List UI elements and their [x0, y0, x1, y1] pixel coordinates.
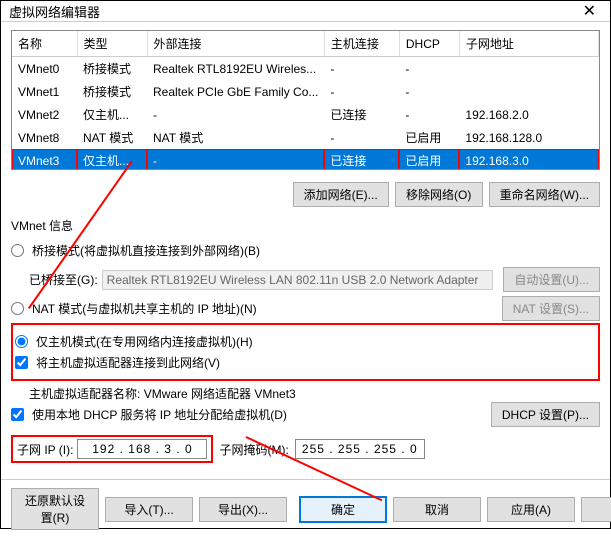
cell-host: 已连接: [324, 103, 399, 126]
cell-dhcp: -: [399, 103, 459, 126]
dhcp-settings-button[interactable]: DHCP 设置(P)...: [491, 402, 600, 427]
rename-network-button[interactable]: 重命名网络(W)...: [489, 182, 600, 207]
nat-mode-radio[interactable]: [11, 302, 24, 315]
cell-subnet: 192.168.2.0: [459, 103, 598, 126]
table-row[interactable]: VMnet8NAT 模式NAT 模式-已启用192.168.128.0: [12, 126, 599, 149]
bridge-adapter-select[interactable]: Realtek RTL8192EU Wireless LAN 802.11n U…: [102, 270, 494, 290]
export-button[interactable]: 导出(X)...: [199, 497, 287, 522]
use-dhcp-label: 使用本地 DHCP 服务将 IP 地址分配给虚拟机(D): [32, 406, 287, 423]
cell-subnet: [459, 80, 598, 103]
cell-name: VMnet2: [12, 103, 77, 126]
table-row[interactable]: VMnet2仅主机...-已连接-192.168.2.0: [12, 103, 599, 126]
apply-button[interactable]: 应用(A): [487, 497, 575, 522]
add-network-button[interactable]: 添加网络(E)...: [293, 182, 389, 207]
close-icon[interactable]: ✕: [577, 1, 602, 21]
vmnet-info-label: VMnet 信息: [11, 217, 600, 234]
subnet-mask-label: 子网掩码(M):: [219, 441, 288, 458]
adapter-name-label: 主机虚拟适配器名称:: [29, 387, 140, 401]
cell-subnet: 192.168.128.0: [459, 126, 598, 149]
cell-host: 已连接: [324, 149, 399, 170]
col-name[interactable]: 名称: [12, 31, 77, 57]
cell-name: VMnet1: [12, 80, 77, 103]
col-host[interactable]: 主机连接: [324, 31, 399, 57]
table-row[interactable]: VMnet1桥接模式Realtek PCIe GbE Family Co...-…: [12, 80, 599, 103]
bridge-mode-radio[interactable]: [11, 244, 24, 257]
connect-host-label: 将主机虚拟适配器连接到此网络(V): [36, 354, 220, 371]
cell-type: 桥接模式: [77, 57, 147, 81]
table-row[interactable]: VMnet3仅主机...-已连接已启用192.168.3.0: [12, 149, 599, 170]
cell-ext: NAT 模式: [147, 126, 324, 149]
connect-host-checkbox[interactable]: [15, 356, 28, 369]
cell-host: -: [324, 57, 399, 81]
cancel-button[interactable]: 取消: [393, 497, 481, 522]
restore-defaults-button[interactable]: 还原默认设置(R): [11, 488, 99, 530]
cell-name: VMnet0: [12, 57, 77, 81]
adapter-name-value: VMware 网络适配器 VMnet3: [144, 387, 296, 401]
import-button[interactable]: 导入(T)...: [105, 497, 193, 522]
auto-settings-button: 自动设置(U)...: [503, 267, 600, 292]
cell-dhcp: -: [399, 80, 459, 103]
window-title: 虚拟网络编辑器: [9, 2, 100, 21]
cell-ext: Realtek PCIe GbE Family Co...: [147, 80, 324, 103]
nat-settings-button: NAT 设置(S)...: [502, 296, 600, 321]
cell-type: 仅主机...: [77, 149, 147, 170]
subnet-mask-input[interactable]: 255 . 255 . 255 . 0: [295, 439, 425, 459]
cell-subnet: 192.168.3.0: [459, 149, 598, 170]
ok-button[interactable]: 确定: [299, 496, 387, 523]
col-ext[interactable]: 外部连接: [147, 31, 324, 57]
remove-network-button[interactable]: 移除网络(O): [395, 182, 483, 207]
cell-dhcp: 已启用: [399, 149, 459, 170]
cell-host: -: [324, 80, 399, 103]
cell-type: NAT 模式: [77, 126, 147, 149]
col-subnet[interactable]: 子网地址: [459, 31, 598, 57]
cell-name: VMnet3: [12, 149, 77, 170]
cell-type: 桥接模式: [77, 80, 147, 103]
cell-subnet: [459, 57, 598, 81]
cell-ext: -: [147, 149, 324, 170]
table-row[interactable]: VMnet0桥接模式Realtek RTL8192EU Wireles...--: [12, 57, 599, 81]
network-table[interactable]: 名称 类型 外部连接 主机连接 DHCP 子网地址 VMnet0桥接模式Real…: [11, 30, 600, 170]
cell-type: 仅主机...: [77, 103, 147, 126]
col-dhcp[interactable]: DHCP: [399, 31, 459, 57]
cell-dhcp: 已启用: [399, 126, 459, 149]
cell-host: -: [324, 126, 399, 149]
titlebar: 虚拟网络编辑器 ✕: [1, 1, 610, 22]
cell-ext: Realtek RTL8192EU Wireles...: [147, 57, 324, 81]
help-button[interactable]: 帮助: [581, 497, 611, 522]
cell-dhcp: -: [399, 57, 459, 81]
bridge-mode-label: 桥接模式(将虚拟机直接连接到外部网络)(B): [32, 242, 260, 259]
use-dhcp-checkbox[interactable]: [11, 408, 24, 421]
cell-name: VMnet8: [12, 126, 77, 149]
nat-mode-label: NAT 模式(与虚拟机共享主机的 IP 地址)(N): [32, 300, 257, 317]
subnet-ip-input[interactable]: 192 . 168 . 3 . 0: [77, 439, 207, 459]
host-only-mode-radio[interactable]: [15, 335, 28, 348]
cell-ext: -: [147, 103, 324, 126]
col-type[interactable]: 类型: [77, 31, 147, 57]
subnet-ip-label: 子网 IP (I):: [17, 441, 73, 458]
host-only-mode-label: 仅主机模式(在专用网络内连接虚拟机)(H): [36, 333, 253, 350]
bridge-to-label: 已桥接至(G):: [29, 271, 98, 288]
